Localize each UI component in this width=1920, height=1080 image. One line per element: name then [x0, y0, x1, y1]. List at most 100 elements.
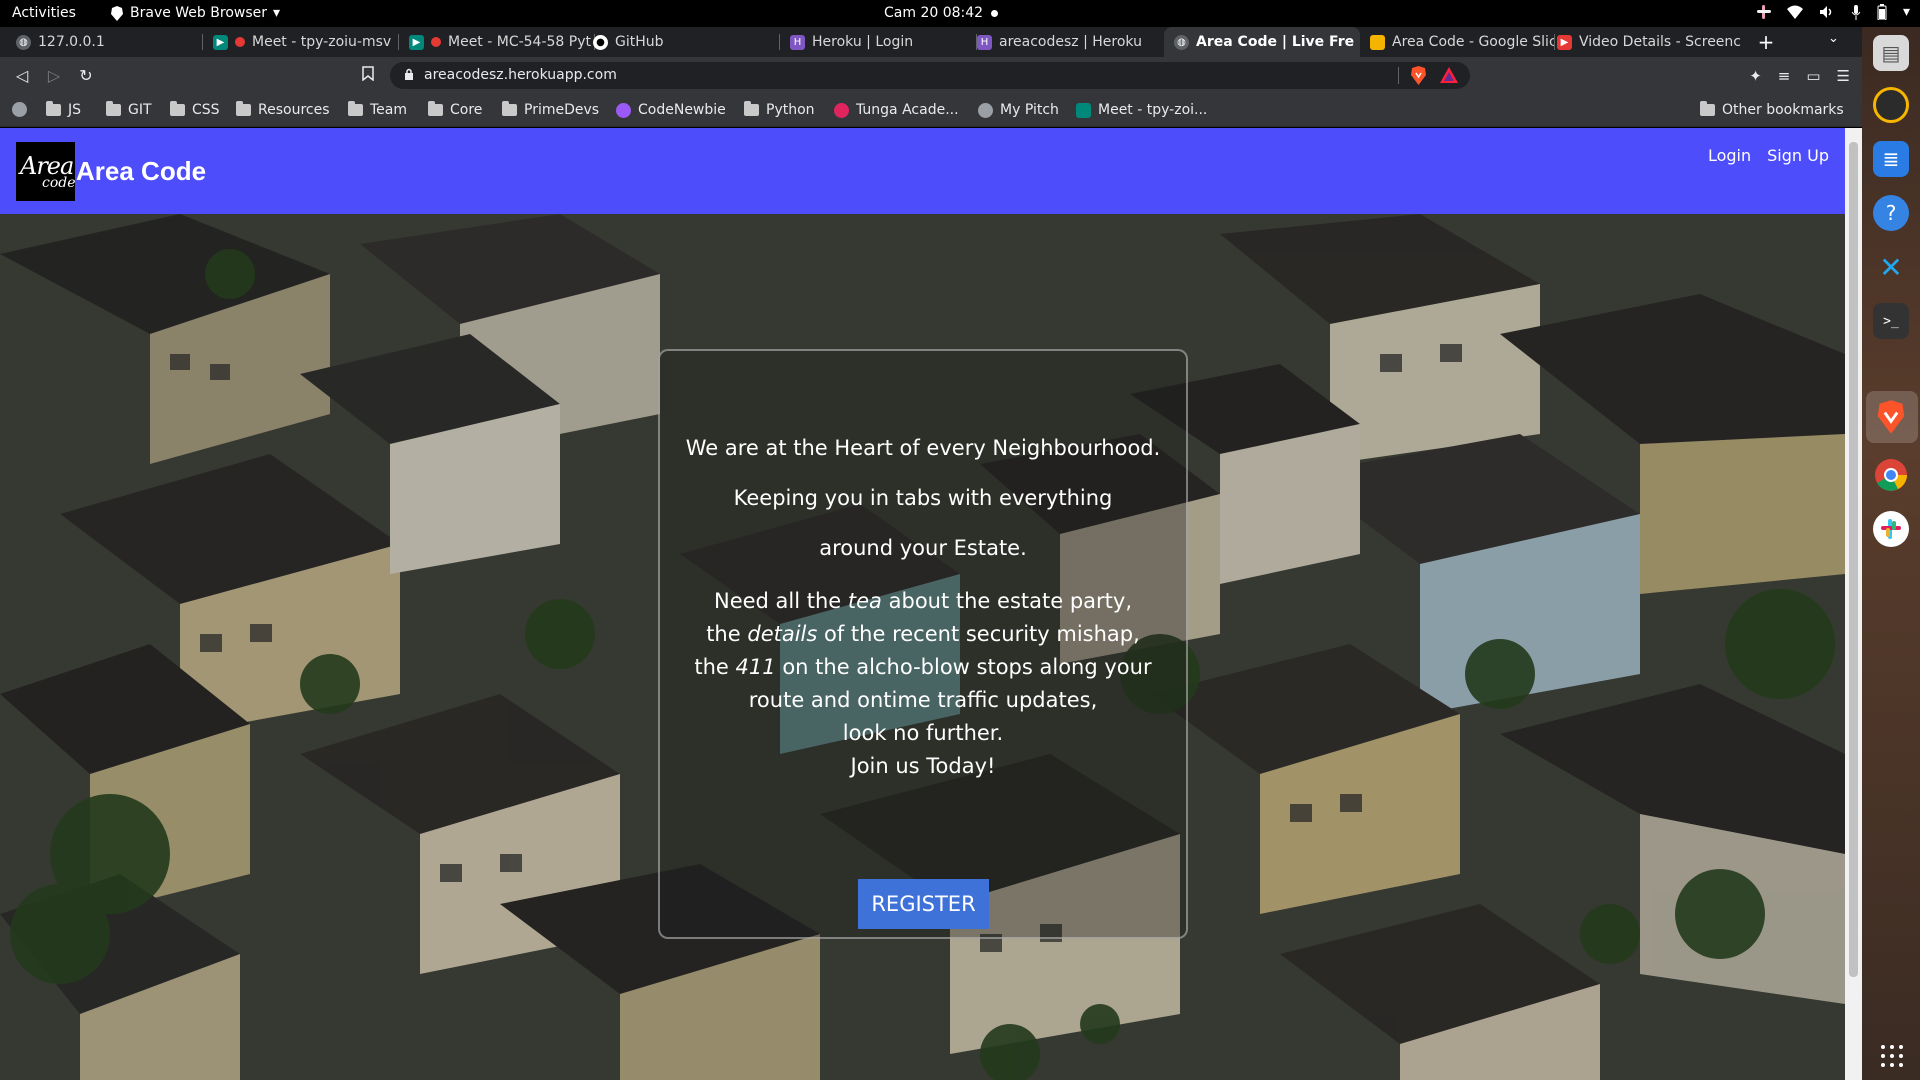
bookmark-label: Python — [766, 102, 815, 118]
slack-icon[interactable] — [1873, 511, 1909, 547]
bookmark-folder-js[interactable]: JS — [46, 101, 82, 118]
reload-button[interactable]: ↻ — [76, 66, 96, 86]
bookmark-folder-css[interactable]: CSS — [170, 101, 220, 118]
files-icon[interactable]: ▤ — [1873, 35, 1909, 71]
bookmark-label: JS — [68, 102, 82, 118]
hero-line-3: around your Estate. — [819, 536, 1027, 560]
text: the — [694, 655, 729, 679]
other-bookmarks[interactable]: Other bookmarks — [1700, 101, 1844, 118]
tab-label: Meet - tpy-zoiu-msv — [252, 34, 392, 50]
terminal-icon[interactable]: >_ — [1873, 303, 1909, 339]
scrollbar-thumb[interactable] — [1849, 142, 1858, 977]
text: on the alcho-blow stops along your — [782, 655, 1152, 679]
tab-1[interactable]: ▶ Meet - tpy-zoiu-msv — [203, 27, 399, 57]
rhythmbox-icon[interactable] — [1873, 87, 1909, 123]
meet-icon: ▶ — [213, 34, 228, 50]
help-icon[interactable]: ? — [1873, 195, 1909, 231]
tab-8[interactable]: ▶ Video Details - Screenc — [1547, 27, 1745, 57]
bookmarks-bar: JS GIT CSS Resources Team Core PrimeDevs… — [0, 94, 1862, 127]
clock-text: Cam 20 08:42 — [884, 5, 984, 21]
screencast-icon: ▶ — [1557, 34, 1572, 50]
slides-icon — [1370, 34, 1385, 50]
caret-down-icon: ▾ — [273, 5, 281, 21]
bookmark-folder-core[interactable]: Core — [428, 101, 483, 118]
bookmark-codenewbie[interactable]: CodeNewbie — [616, 102, 726, 118]
bookmark-folder-resources[interactable]: Resources — [236, 101, 330, 118]
details-line-3: the 411 on the alcho-blow stops along yo… — [660, 651, 1186, 684]
wallet-icon[interactable]: ▭ — [1806, 67, 1820, 85]
brave-rewards-icon[interactable] — [1440, 67, 1458, 83]
tab-label: 127.0.0.1 — [38, 34, 105, 50]
brave-browser-icon[interactable] — [1873, 399, 1909, 435]
folder-icon — [106, 101, 121, 116]
bookmark-folder-primedevs[interactable]: PrimeDevs — [502, 101, 599, 118]
menu-icon[interactable]: ☰ — [1837, 67, 1850, 85]
system-menu-caret-icon: ▾ — [1902, 4, 1910, 20]
vscode-icon[interactable]: ✕ — [1873, 249, 1909, 285]
bookmark-folder-git[interactable]: GIT — [106, 101, 152, 118]
login-link[interactable]: Login — [1708, 146, 1751, 165]
signup-link[interactable]: Sign Up — [1767, 146, 1829, 165]
bookmark-label: My Pitch — [1000, 102, 1059, 118]
folder-icon — [502, 101, 517, 116]
address-bar[interactable]: areacodesz.herokuapp.com — [390, 62, 1470, 89]
site-logo[interactable]: Area code — [16, 142, 76, 201]
bookmark-label: Core — [450, 102, 483, 118]
tab-6-active[interactable]: ◍Area Code | Live Fre✕ — [1164, 27, 1360, 57]
bookmark-label: CodeNewbie — [638, 102, 726, 118]
back-button[interactable]: ◁ — [12, 66, 32, 86]
forward-button[interactable]: ▷ — [44, 66, 64, 86]
apps-icon[interactable] — [12, 102, 27, 117]
register-button[interactable]: REGISTER — [858, 879, 989, 929]
folder-icon — [428, 101, 443, 116]
chrome-icon[interactable] — [1873, 457, 1909, 493]
activities-button[interactable]: Activities — [12, 5, 76, 21]
tab-7[interactable]: Area Code - Google Slic — [1360, 27, 1555, 57]
hero-intro: We are at the Heart of every Neighbourho… — [660, 423, 1186, 573]
hero-background-image: We are at the Heart of every Neighbourho… — [0, 214, 1845, 1080]
tab-3[interactable]: ● GitHub — [583, 27, 780, 57]
bookmark-label: GIT — [128, 102, 152, 118]
bookmark-my-pitch[interactable]: My Pitch — [978, 102, 1059, 118]
tab-label: Area Code | Live Fre — [1196, 34, 1355, 50]
tab-search-chevron-icon[interactable]: ⌄ — [1828, 31, 1839, 46]
battery-icon — [1877, 4, 1887, 20]
bookmark-tunga[interactable]: Tunga Acade... — [834, 102, 959, 118]
bookmark-folder-team[interactable]: Team — [348, 101, 407, 118]
system-tray[interactable]: ▾ — [1756, 4, 1910, 20]
show-apps-grid-icon[interactable] — [1881, 1045, 1903, 1067]
tab-strip: ◍ 127.0.0.1 ▶ Meet - tpy-zoiu-msv ▶ Meet - … — [0, 27, 1862, 57]
folder-icon — [46, 101, 61, 116]
folder-icon — [236, 101, 251, 116]
url-text: areacodesz.herokuapp.com — [424, 67, 617, 83]
tab-5[interactable]: Hareacodesz | Heroku — [967, 27, 1164, 57]
recording-dot-icon — [431, 37, 441, 47]
text: about the estate party, — [888, 589, 1132, 613]
writer-document-icon[interactable]: ≣ — [1873, 141, 1909, 177]
meet-icon — [1076, 102, 1091, 118]
bookmark-icon[interactable] — [358, 66, 378, 86]
brand-name[interactable]: Area Code — [76, 156, 206, 187]
clock[interactable]: Cam 20 08:42 — [884, 5, 999, 21]
details-line-6: Join us Today! — [850, 754, 996, 778]
tab-2[interactable]: ▶ Meet - MC-54-58 Pyt — [399, 27, 595, 57]
media-playlist-icon[interactable]: ≡ — [1778, 67, 1791, 85]
page-scrollbar[interactable] — [1845, 128, 1862, 1080]
text: of the recent security mishap, — [824, 622, 1140, 646]
volume-icon — [1819, 6, 1832, 18]
new-tab-button[interactable]: + — [1752, 27, 1780, 57]
globe-icon — [978, 102, 993, 118]
extensions-puzzle-icon[interactable]: ✦ — [1749, 67, 1762, 85]
page-viewport: We are at the Heart of every Neighbourho… — [0, 128, 1845, 1080]
bookmark-meet[interactable]: Meet - tpy-zoi... — [1076, 102, 1207, 118]
tab-0[interactable]: ◍ 127.0.0.1 — [6, 27, 203, 57]
emphasis: details — [747, 622, 818, 646]
bookmark-folder-python[interactable]: Python — [744, 101, 815, 118]
tab-4[interactable]: H Heroku | Login — [780, 27, 977, 57]
brave-lion-icon — [111, 5, 123, 21]
app-menu[interactable]: Brave Web Browser ▾ — [110, 5, 280, 21]
brave-shields-icon[interactable] — [1410, 66, 1427, 85]
details-line-1: Need all the tea about the estate party, — [660, 585, 1186, 618]
hero-card: We are at the Heart of every Neighbourho… — [658, 349, 1188, 939]
ubuntu-dock: ▤ ≣ ? ✕ >_ — [1862, 27, 1920, 1080]
